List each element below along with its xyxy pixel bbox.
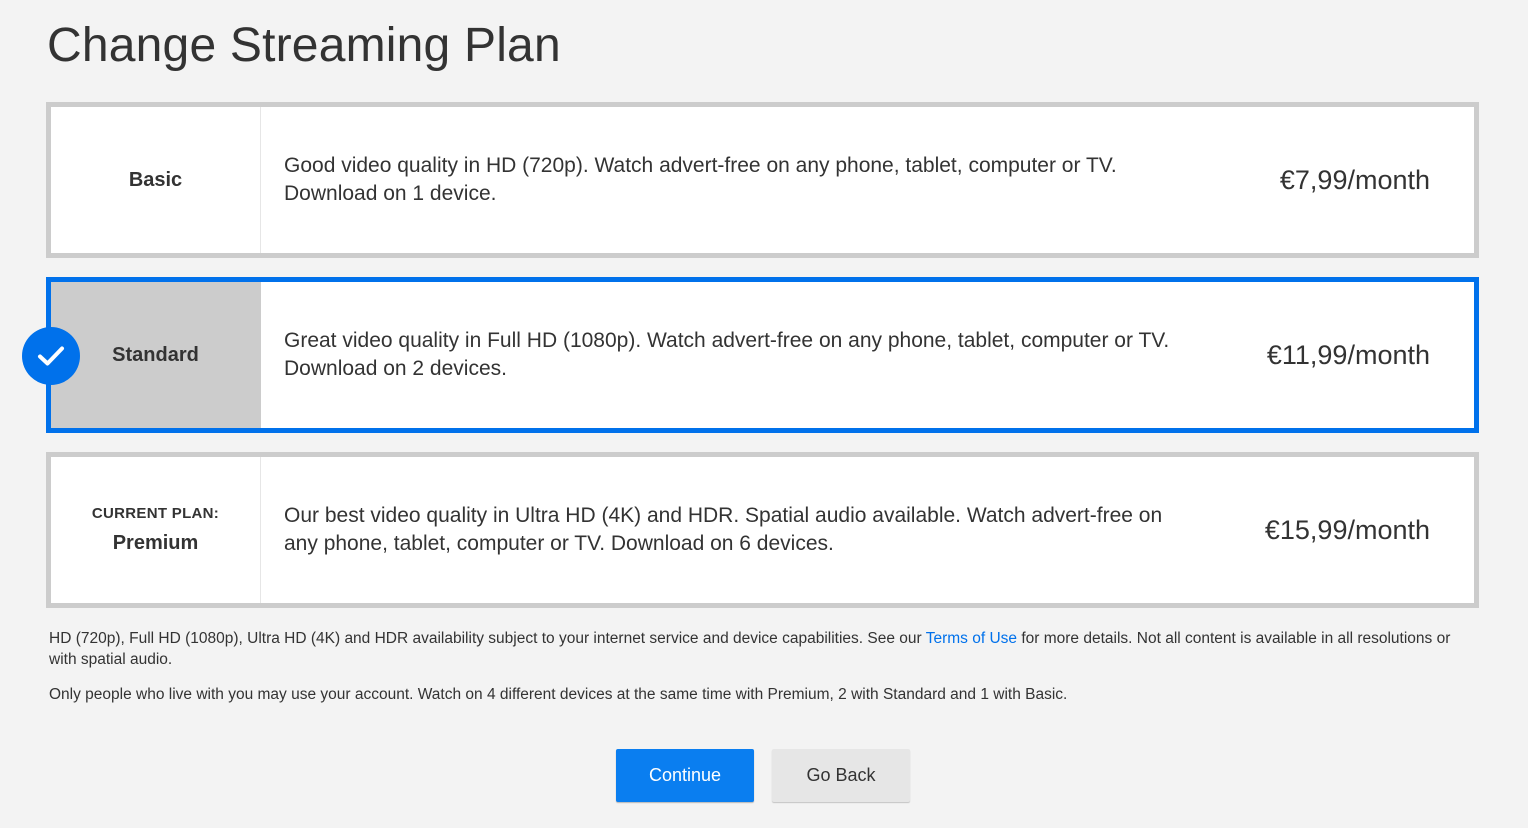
page-title: Change Streaming Plan [47, 19, 561, 72]
go-back-button[interactable]: Go Back [772, 749, 910, 802]
disclaimer: HD (720p), Full HD (1080p), Ultra HD (4K… [49, 628, 1479, 705]
plan-name-cell: Standard [51, 282, 261, 428]
plan-name: Standard [112, 343, 199, 366]
action-buttons: Continue Go Back [616, 749, 910, 802]
plan-card-standard[interactable]: Standard Great video quality in Full HD … [22, 277, 1479, 433]
check-icon [38, 346, 64, 366]
plan-name-cell: Basic [51, 107, 261, 253]
plan-name: Basic [128, 168, 183, 191]
plan-name-cell: CURRENT PLAN: Premium [51, 457, 261, 603]
plan-description-text: Our best video quality in Ultra HD (4K) … [284, 504, 1163, 555]
selected-check-badge [22, 327, 80, 385]
current-plan-label: CURRENT PLAN: [91, 505, 220, 522]
plan-description-text: Good video quality in HD (720p). Watch a… [284, 154, 1117, 205]
plan-description: Great video quality in Full HD (1080p). … [261, 282, 1224, 428]
plan-price: €15,99/month [1264, 514, 1430, 545]
availability-note-start: HD (720p), Full HD (1080p), Ultra HD (4K… [49, 630, 926, 647]
change-plan-page: Change Streaming Plan Basic Good video q… [0, 0, 1528, 828]
plan-price: €11,99/month [1266, 339, 1430, 370]
plan-description-text: Great video quality in Full HD (1080p). … [284, 329, 1170, 380]
continue-button[interactable]: Continue [616, 749, 754, 802]
plan-card-premium[interactable]: CURRENT PLAN: Premium Our best video qua… [46, 452, 1479, 608]
plan-card-basic[interactable]: Basic Good video quality in HD (720p). W… [46, 102, 1479, 258]
household-note: Only people who live with you may use yo… [49, 686, 1068, 703]
plan-description: Good video quality in HD (720p). Watch a… [261, 107, 1224, 253]
availability-note: HD (720p), Full HD (1080p), Ultra HD (4K… [49, 628, 1479, 670]
plan-list: Basic Good video quality in HD (720p). W… [22, 102, 1479, 627]
terms-of-use-link[interactable]: Terms of Use [926, 630, 1017, 647]
plan-price: €7,99/month [1279, 164, 1430, 195]
plan-description: Our best video quality in Ultra HD (4K) … [261, 457, 1224, 603]
plan-name: Premium [112, 532, 199, 554]
